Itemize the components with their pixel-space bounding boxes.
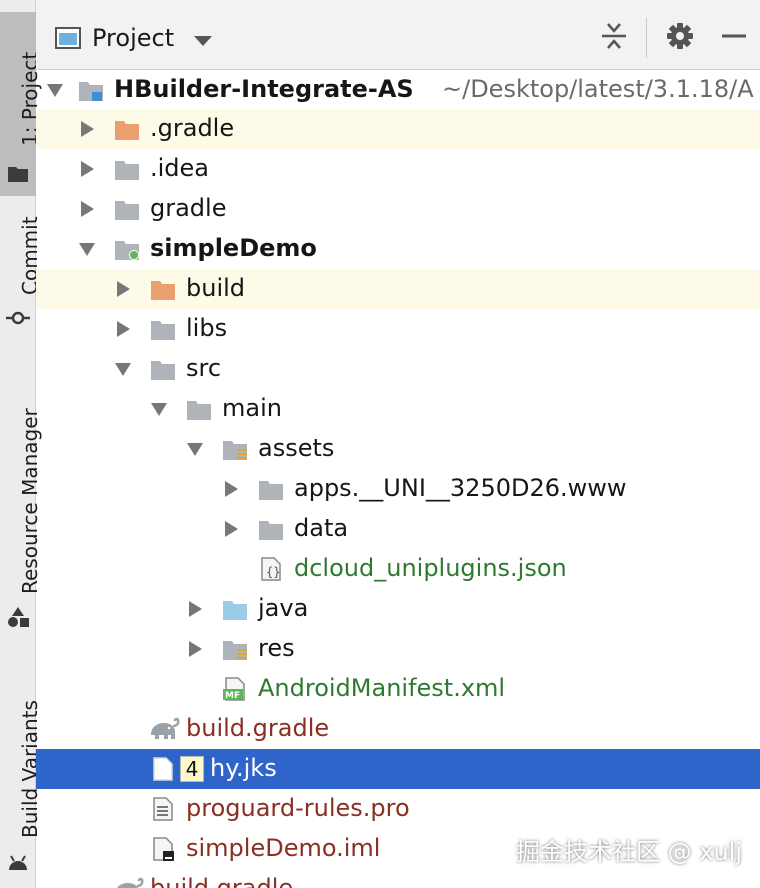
- gradle-elephant-icon: [151, 717, 180, 739]
- module-folder-icon: [79, 82, 103, 101]
- build-label: build: [186, 274, 246, 302]
- collapsed-arrow-icon[interactable]: [78, 200, 96, 218]
- tree-row-proguard[interactable]: proguard-rules.pro: [36, 789, 760, 829]
- collapsed-arrow-icon[interactable]: [186, 600, 204, 618]
- tree-row-assets[interactable]: assets: [36, 429, 760, 469]
- svg-text:MF: MF: [225, 691, 240, 701]
- folder-icon: [151, 361, 175, 380]
- project-root-label: HBuilder-Integrate-AS: [114, 75, 414, 103]
- svg-text:{}: {}: [266, 565, 280, 579]
- tree-row-src[interactable]: src: [36, 349, 760, 389]
- commit-icon: [6, 311, 30, 325]
- collapsed-arrow-icon[interactable]: [114, 280, 132, 298]
- tree-row-manifest[interactable]: MF AndroidManifest.xml: [36, 669, 760, 709]
- android-icon: [9, 855, 27, 870]
- json-file-icon: {}: [261, 557, 281, 581]
- tree-row-apps[interactable]: apps.__UNI__3250D26.www: [36, 469, 760, 509]
- module-folder-icon: [115, 241, 139, 260]
- folder-icon: [115, 161, 139, 180]
- header-divider: [646, 18, 647, 58]
- src-label: src: [186, 354, 222, 382]
- excluded-folder-icon: [115, 121, 139, 140]
- project-root-path: ~/Desktop/latest/3.1.18/A: [442, 75, 754, 103]
- hide-panel-icon[interactable]: [720, 22, 748, 50]
- source-folder-icon: [223, 601, 247, 620]
- folder-icon: [259, 521, 283, 540]
- gear-icon[interactable]: [666, 22, 694, 50]
- collapsed-arrow-icon[interactable]: [222, 480, 240, 498]
- assets-label: assets: [258, 434, 335, 462]
- collapsed-arrow-icon[interactable]: [114, 320, 132, 338]
- expanded-arrow-icon[interactable]: [186, 440, 204, 458]
- idea-label: .idea: [150, 154, 210, 182]
- tool-tab-build-variants[interactable]: Build Variants: [0, 680, 42, 880]
- hy-jks-label: hy.jks: [210, 754, 277, 782]
- expanded-arrow-icon[interactable]: [114, 360, 132, 378]
- manifest-file-icon: MF: [223, 677, 245, 701]
- tool-tab-project[interactable]: 1: Project: [0, 12, 42, 196]
- tree-row-build[interactable]: build: [36, 269, 760, 309]
- tree-row-dcloud-json[interactable]: {} dcloud_uniplugins.json: [36, 549, 760, 589]
- collapsed-arrow-icon[interactable]: [78, 160, 96, 178]
- chevron-down-icon[interactable]: [194, 36, 212, 46]
- main-label: main: [222, 394, 282, 422]
- res-label: res: [258, 634, 295, 662]
- bookmark-badge: 4: [180, 756, 204, 782]
- tree-row-root[interactable]: HBuilder-Integrate-AS ~/Desktop/latest/3…: [36, 70, 760, 110]
- data-label: data: [294, 514, 349, 542]
- collapsed-arrow-icon[interactable]: [78, 120, 96, 138]
- file-icon: [153, 757, 173, 781]
- expanded-arrow-icon[interactable]: [150, 400, 168, 418]
- excluded-folder-icon: [151, 281, 175, 300]
- tree-row-res[interactable]: res: [36, 629, 760, 669]
- tree-row-simpledemo[interactable]: simpleDemo: [36, 229, 760, 269]
- folder-icon: [115, 201, 139, 220]
- collapsed-arrow-icon[interactable]: [222, 520, 240, 538]
- tool-tab-resource-manager[interactable]: Resource Manager: [0, 372, 42, 634]
- collapse-all-icon[interactable]: [600, 22, 628, 50]
- simpledemo-label: simpleDemo: [150, 234, 317, 262]
- gradle-dir-label: .gradle: [150, 114, 235, 142]
- folder-icon: [187, 401, 211, 420]
- manifest-label: AndroidManifest.xml: [258, 674, 506, 702]
- watermark: 掘金技术社区 @ xulj: [515, 838, 742, 866]
- tree-row-gradle-dir[interactable]: .gradle: [36, 109, 760, 149]
- tree-row-gradle[interactable]: gradle: [36, 189, 760, 229]
- project-panel-header: Project: [36, 0, 760, 70]
- tree-row-java[interactable]: java: [36, 589, 760, 629]
- resources-folder-icon: [223, 641, 247, 660]
- expanded-arrow-icon[interactable]: [78, 240, 96, 258]
- resources-icon: [8, 607, 29, 627]
- libs-label: libs: [186, 314, 228, 342]
- root-build-gradle-label: build.gradle: [150, 874, 294, 888]
- proguard-label: proguard-rules.pro: [186, 794, 410, 822]
- resources-folder-icon: [223, 441, 247, 460]
- gradle-label: gradle: [150, 194, 227, 222]
- tool-tab-commit[interactable]: Commit: [0, 205, 42, 335]
- tree-row-data[interactable]: data: [36, 509, 760, 549]
- folder-icon: [151, 321, 175, 340]
- project-tree: HBuilder-Integrate-AS ~/Desktop/latest/3…: [36, 70, 760, 888]
- project-view-selector[interactable]: Project: [92, 24, 174, 52]
- folder-icon: [259, 481, 283, 500]
- tree-row-build-gradle[interactable]: build.gradle: [36, 709, 760, 749]
- tree-row-main[interactable]: main: [36, 389, 760, 429]
- expanded-arrow-icon[interactable]: [46, 81, 64, 99]
- gradle-elephant-icon: [117, 877, 144, 888]
- collapsed-arrow-icon[interactable]: [186, 640, 204, 658]
- tool-window-strip: 1: Project Commit Resource Manager Build…: [0, 0, 42, 888]
- simpledemo-iml-label: simpleDemo.iml: [186, 834, 381, 862]
- tree-row-idea[interactable]: .idea: [36, 149, 760, 189]
- tree-row-root-build-gradle[interactable]: build.gradle: [36, 869, 760, 888]
- folder-icon: [8, 167, 28, 182]
- project-view-icon: [55, 27, 81, 49]
- text-file-icon: [153, 797, 173, 821]
- java-label: java: [258, 594, 309, 622]
- iml-file-icon: [153, 837, 174, 861]
- tree-row-hy-jks[interactable]: 4 hy.jks: [36, 749, 760, 789]
- apps-label: apps.__UNI__3250D26.www: [294, 474, 627, 502]
- tree-row-libs[interactable]: libs: [36, 309, 760, 349]
- dcloud-json-label: dcloud_uniplugins.json: [294, 554, 567, 582]
- build-gradle-label: build.gradle: [186, 714, 330, 742]
